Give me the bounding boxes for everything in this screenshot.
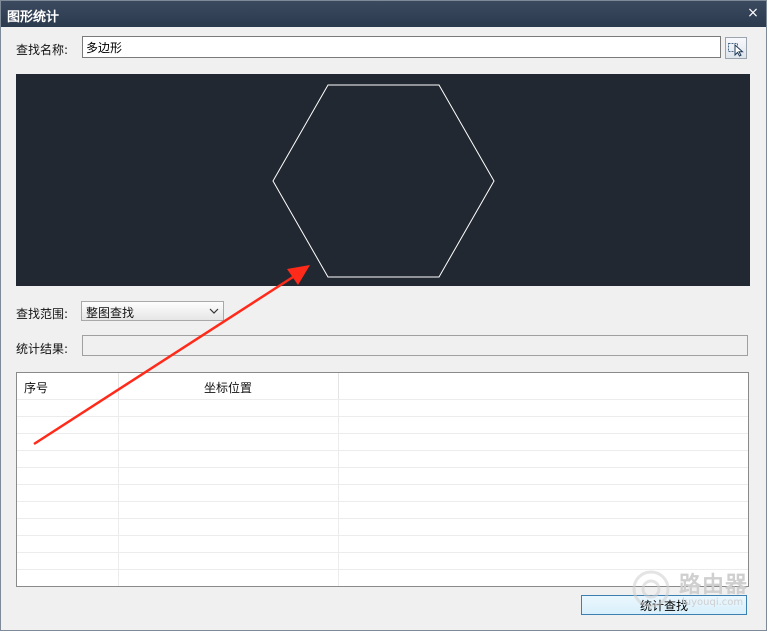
search-name-label: 查找名称: bbox=[16, 43, 69, 57]
window-title: 图形统计 bbox=[7, 10, 60, 25]
chevron-down-icon bbox=[209, 308, 219, 314]
close-icon[interactable]: × bbox=[744, 4, 762, 22]
watermark-subtext: luyouqi.com bbox=[682, 597, 744, 608]
title-bar[interactable]: 图形统计 × bbox=[1, 1, 766, 27]
hexagon-shape bbox=[272, 84, 495, 278]
shape-preview-canvas bbox=[16, 74, 750, 286]
table-header: 序号 坐标位置 bbox=[17, 373, 748, 399]
cursor-select-icon bbox=[728, 43, 744, 57]
results-table[interactable]: 序号 坐标位置 bbox=[16, 372, 749, 587]
scope-label: 查找范围: bbox=[16, 307, 69, 321]
scope-selected-value: 整图查找 bbox=[86, 306, 135, 320]
scope-select[interactable]: 整图查找 bbox=[81, 301, 224, 321]
result-field bbox=[82, 335, 748, 356]
result-label: 统计结果: bbox=[16, 342, 69, 356]
column-header-index[interactable]: 序号 bbox=[24, 379, 48, 396]
watermark-text: 路由器 bbox=[679, 573, 749, 598]
shape-statistics-dialog: 图形统计 × 查找名称: 查找范围: 整图查找 统计结果: 序号 坐标位置 bbox=[0, 0, 767, 631]
column-header-position[interactable]: 坐标位置 bbox=[204, 379, 252, 396]
search-name-input[interactable] bbox=[82, 36, 721, 58]
pick-shape-button[interactable] bbox=[725, 37, 747, 59]
watermark-logo-icon bbox=[632, 570, 670, 608]
